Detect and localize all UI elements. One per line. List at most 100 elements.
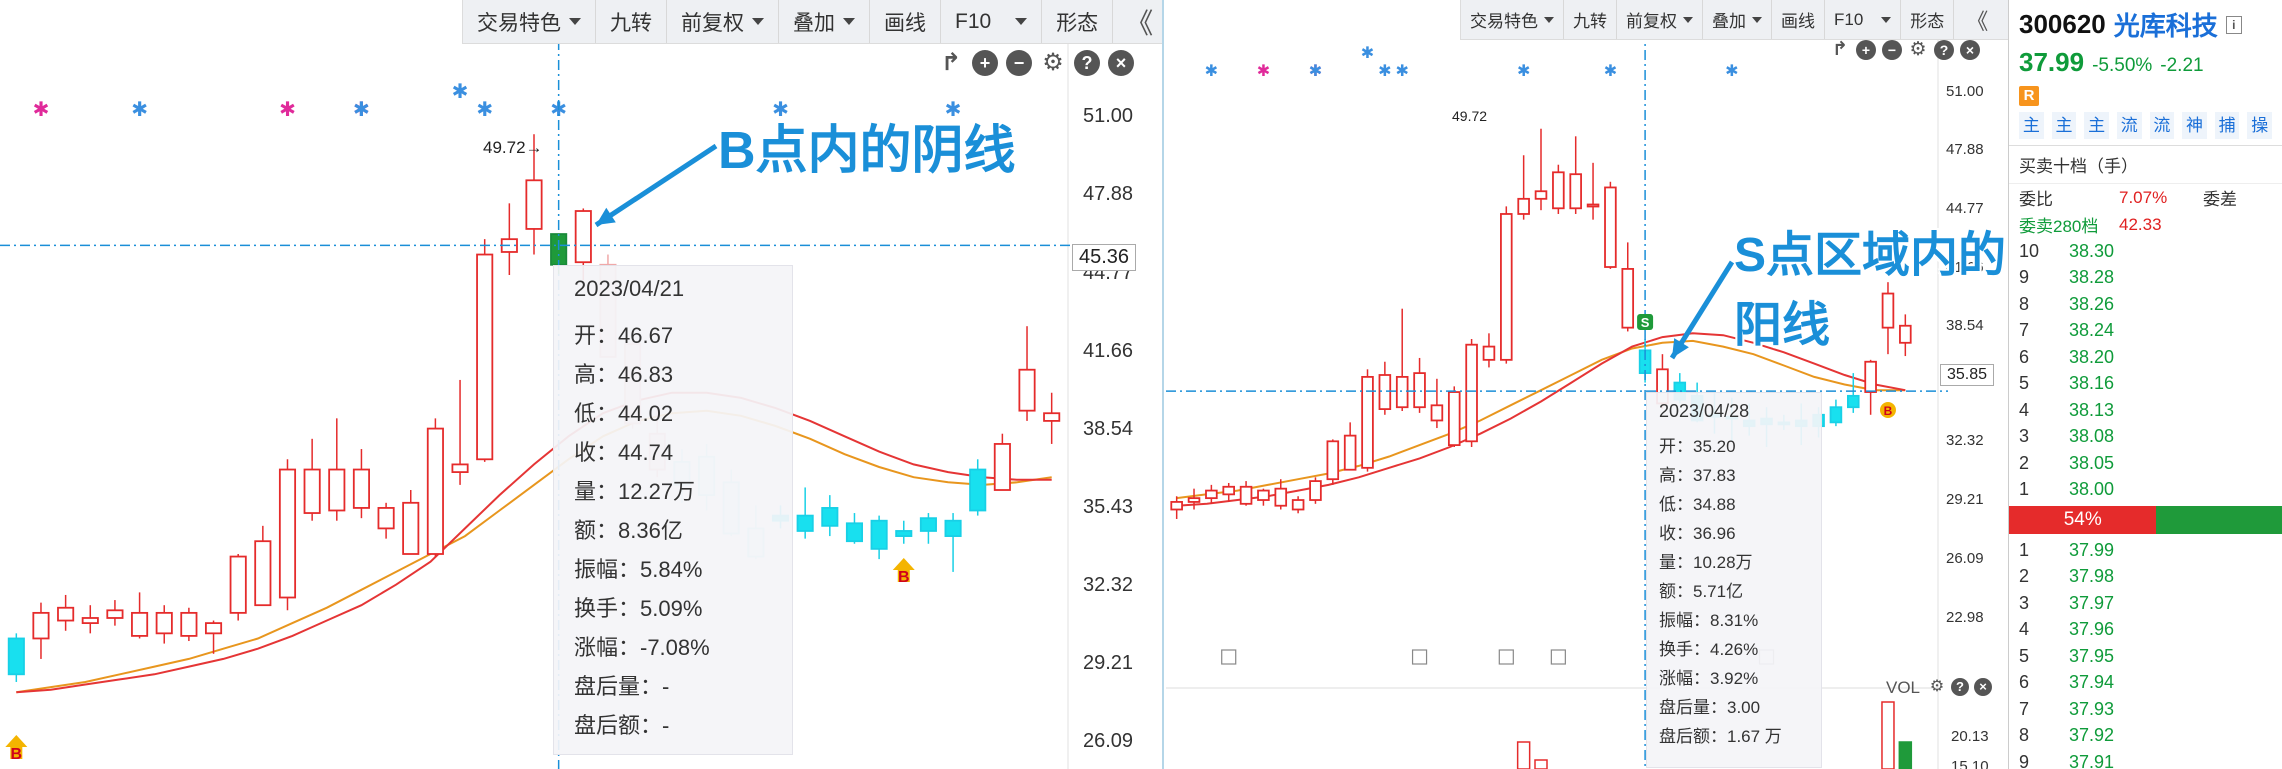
right-kline-chart[interactable]: ✱ ✱✱ ✱✱✱ ✱ ✱ ✱ ✱SB (1166, 0, 2008, 769)
sell-level-row[interactable]: 8 38.26 (2009, 291, 2282, 318)
buy-level-row[interactable]: 1 37.99 (2009, 537, 2282, 564)
sell-level-row[interactable]: 4 38.13 (2009, 397, 2282, 424)
right-tb-overlay[interactable]: 叠加 (1703, 0, 1772, 39)
right-tb-adjust[interactable]: 前复权 (1617, 0, 1703, 39)
quote-tab[interactable]: 主 (2051, 112, 2077, 139)
quote-tab[interactable]: 主 (2084, 112, 2109, 139)
tooltip-amount: 额：8.36亿 (574, 518, 683, 543)
gear-icon[interactable]: ⚙ (1908, 40, 1928, 60)
buy-level-row[interactable]: 8 37.92 (2009, 723, 2282, 750)
tooltip-change: 涨幅：-7.08% (574, 635, 710, 660)
candle-body (1309, 480, 1322, 501)
change-amount: -2.21 (2160, 55, 2204, 76)
tooltip-volume: 量：10.28万 (1659, 553, 1753, 572)
gear-icon[interactable]: ⚙ (1040, 50, 1066, 76)
sell-level-row[interactable]: 1 38.00 (2009, 477, 2282, 504)
collapse-icon[interactable]: 《 (1954, 4, 2000, 36)
tooltip-amplitude: 振幅：8.31% (1659, 611, 1759, 630)
r-badge[interactable]: R (2019, 86, 2039, 106)
close-icon[interactable]: × (1108, 50, 1134, 76)
sell-level-row[interactable]: 10 38.30 (2009, 238, 2282, 265)
quote-tab[interactable]: 主 (2019, 112, 2044, 139)
redo-icon[interactable]: ↱ (938, 50, 964, 76)
sell-level-row[interactable]: 5 38.16 (2009, 371, 2282, 398)
help-icon[interactable]: ? (1934, 40, 1954, 60)
buy-level-row[interactable]: 9 37.91 (2009, 749, 2282, 769)
buy-levels: 1 37.99 2 37.98 3 37.97 4 37.96 5 37.95 6 37.94 7 37.… (2009, 537, 2282, 769)
volume-bar (1516, 741, 1531, 769)
sell-level-row[interactable]: 3 38.08 (2009, 424, 2282, 451)
right-y-tick: 22.98 (1946, 609, 1984, 626)
candle-body (870, 519, 888, 550)
candle-body (1447, 391, 1461, 446)
level-index: 4 (2019, 399, 2030, 420)
left-tb-pattern[interactable]: 形态 (1042, 0, 1114, 43)
left-tb-adjust[interactable]: 前复权 (667, 0, 779, 43)
zoom-in-icon[interactable]: + (1856, 40, 1876, 60)
buy-level-row[interactable]: 3 37.97 (2009, 590, 2282, 617)
buy-level-row[interactable]: 6 37.94 (2009, 670, 2282, 697)
weibi-value: 7.07% (2119, 187, 2168, 207)
calendar-icon (1550, 649, 1566, 665)
zoom-in-icon[interactable]: + (972, 50, 998, 76)
left-y-tick: 41.66 (1083, 340, 1134, 362)
level-index: 9 (2019, 751, 2030, 769)
sell-level-row[interactable]: 2 38.05 (2009, 450, 2282, 477)
right-toolbar: 交易特色 九转 前复权 叠加 画线 F10 形态 《 (1460, 0, 2008, 40)
quote-tab[interactable]: 操 (2247, 112, 2272, 139)
right-tb-f10[interactable]: F10 (1825, 0, 1902, 39)
quote-tab[interactable]: 捕 (2214, 112, 2240, 139)
quote-tab[interactable]: 神 (2182, 112, 2207, 139)
right-tb-nine[interactable]: 九转 (1564, 0, 1617, 39)
level-index: 5 (2019, 373, 2030, 394)
buy-level-row[interactable]: 5 37.95 (2009, 643, 2282, 670)
candle-body (155, 611, 173, 635)
close-icon[interactable]: × (1960, 40, 1980, 60)
level-price: 38.13 (2069, 399, 2115, 420)
right-tb-pattern[interactable]: 形态 (1901, 0, 1955, 39)
level-index: 7 (2019, 320, 2030, 341)
left-tb-f10[interactable]: F10 (941, 0, 1043, 43)
left-tb-trade[interactable]: 交易特色 (463, 0, 596, 43)
sell-level-row[interactable]: 9 38.28 (2009, 265, 2282, 292)
buy-level-row[interactable]: 2 37.98 (2009, 564, 2282, 591)
redo-icon[interactable]: ↱ (1830, 40, 1850, 60)
info-icon[interactable]: i (2225, 15, 2242, 34)
candle-body (821, 507, 839, 527)
left-tb-overlay[interactable]: 叠加 (779, 0, 870, 43)
help-icon[interactable]: ? (1951, 678, 1969, 696)
buy-level-row[interactable]: 7 37.93 (2009, 696, 2282, 723)
help-icon[interactable]: ? (1074, 50, 1100, 76)
candle-body (81, 617, 99, 625)
candle-body (1586, 203, 1600, 208)
quote-tab[interactable]: 流 (2116, 112, 2142, 139)
right-tb-draw[interactable]: 画线 (1772, 0, 1825, 39)
right-candle-tooltip: 2023/04/28 开：35.20 高：37.83 低：34.88 收：36.… (1646, 392, 1822, 768)
buy-level-row[interactable]: 4 37.96 (2009, 617, 2282, 644)
collapse-icon[interactable]: 《 (1113, 2, 1162, 42)
tooltip-after-amount: 盘后额：1.67 万 (1659, 727, 1782, 746)
level-price: 37.92 (2069, 725, 2115, 746)
close-icon[interactable]: × (1974, 678, 1992, 696)
gear-icon[interactable]: ⚙ (1928, 678, 1946, 696)
calendar-icon (1411, 649, 1428, 665)
zoom-out-icon[interactable]: − (1006, 50, 1032, 76)
left-tb-draw[interactable]: 画线 (870, 0, 941, 43)
right-peak-label: 49.72 (1452, 108, 1488, 124)
right-tb-trade[interactable]: 交易特色 (1461, 0, 1564, 39)
level-index: 1 (2019, 479, 2030, 500)
left-tb-nine[interactable]: 九转 (596, 0, 667, 43)
quote-tab[interactable]: 流 (2149, 112, 2175, 139)
zoom-out-icon[interactable]: − (1882, 40, 1902, 60)
signal-mark-blue: ✱ (1396, 63, 1409, 80)
candle-body (1170, 501, 1183, 511)
ma-line-red (16, 391, 1052, 694)
ratio-sell (2156, 506, 2282, 534)
wei-row: 委卖280档 42.33 (2009, 211, 2282, 238)
level-index: 8 (2019, 293, 2030, 314)
calendar-icon (1221, 649, 1237, 665)
sell-level-row[interactable]: 6 38.20 (2009, 344, 2282, 371)
stock-name[interactable]: 光库科技 (2114, 6, 2218, 43)
level-index: 9 (2019, 267, 2030, 288)
sell-level-row[interactable]: 7 38.24 (2009, 318, 2282, 345)
